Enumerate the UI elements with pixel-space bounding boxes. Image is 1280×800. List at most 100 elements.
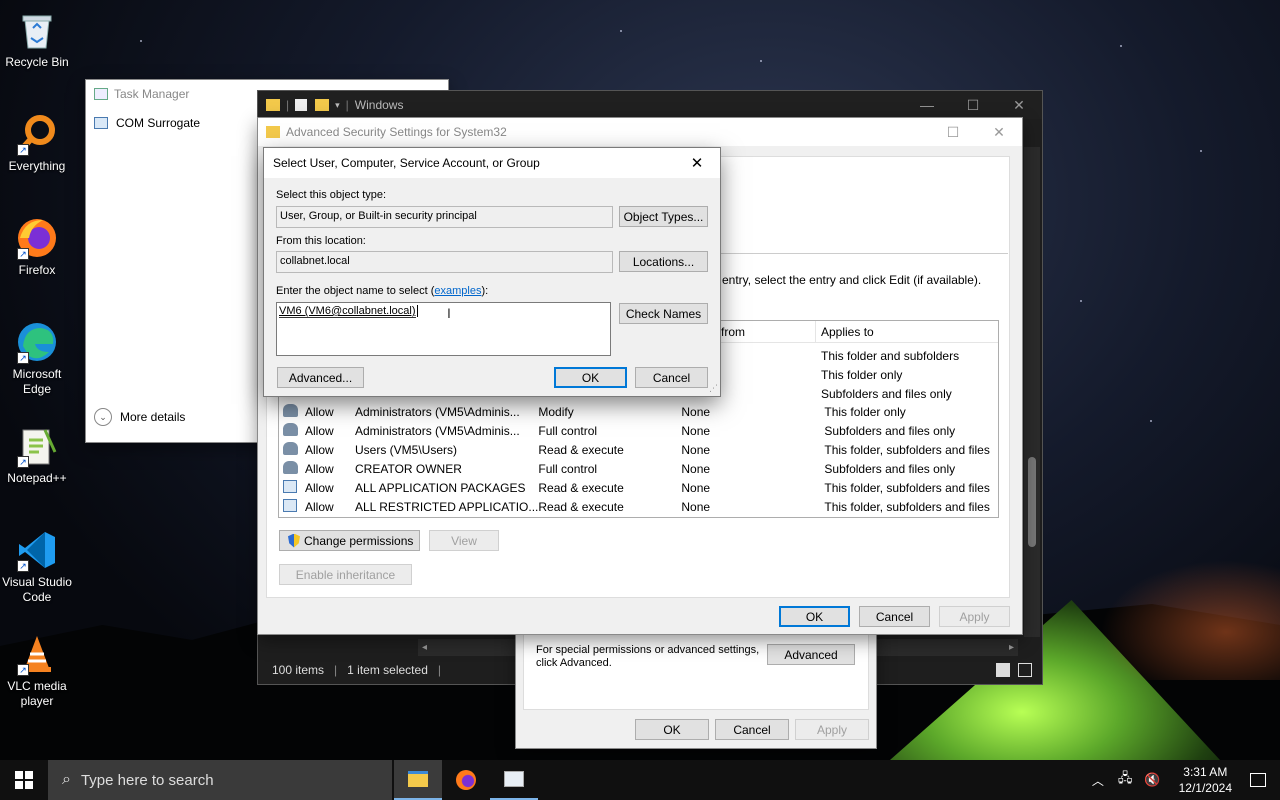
taskbar-firefox[interactable] [442, 760, 490, 800]
clock[interactable]: 3:31 AM 12/1/2024 [1179, 764, 1232, 796]
table-row[interactable]: Allow Administrators (VM5\Adminis... Mod… [283, 402, 998, 421]
start-button[interactable] [0, 760, 48, 800]
table-row[interactable]: Allow Users (VM5\Users) Read & execute N… [283, 440, 998, 459]
explorer-scrollbar[interactable] [1024, 147, 1040, 637]
table-row[interactable]: Allow ALL RESTRICTED APPLICATIO... Read … [283, 497, 998, 516]
shortcut-arrow-icon: ↗ [17, 144, 29, 156]
table-row[interactable]: Allow CREATOR OWNER Full control None Su… [283, 459, 998, 478]
notifications-icon[interactable] [1250, 773, 1266, 787]
enable-inheritance-button[interactable]: Enable inheritance [279, 564, 412, 585]
chevron-up-icon[interactable]: ︿ [1092, 772, 1104, 789]
shortcut-arrow-icon: ↗ [17, 352, 29, 364]
network-icon[interactable]: 🖧 [1118, 769, 1133, 791]
close-icon[interactable]: ✕ [996, 91, 1042, 119]
desktop-icon-edge[interactable]: ↗ Microsoft Edge [0, 320, 74, 397]
owner-area [718, 158, 1008, 254]
file-explorer-icon [408, 771, 428, 787]
ok-button[interactable]: OK [635, 719, 709, 740]
resize-grip-icon[interactable]: ⋰ [709, 383, 718, 394]
advanced-button[interactable]: Advanced... [277, 367, 364, 388]
desktop-icon-notepadpp[interactable]: ↗ Notepad++ [0, 424, 74, 486]
object-name-label-suffix: ): [481, 285, 489, 297]
qat-divider: | [286, 98, 290, 112]
minimize-icon[interactable]: — [904, 91, 950, 119]
object-name-value: VM6 (VM6@collabnet.local) [279, 305, 416, 318]
app-package-icon [283, 498, 297, 512]
minimize-icon[interactable] [884, 118, 930, 146]
cancel-button[interactable]: Cancel [715, 719, 789, 740]
table-row[interactable]: Allow Administrators (VM5\Adminis... Ful… [283, 421, 998, 440]
advanced-security-titlebar[interactable]: Advanced Security Settings for System32 … [258, 118, 1022, 146]
maximize-icon[interactable]: ☐ [930, 118, 976, 146]
clock-date: 12/1/2024 [1178, 781, 1232, 795]
desktop-icon-vscode[interactable]: ↗ Visual Studio Code [0, 528, 74, 605]
close-icon[interactable]: ✕ [674, 148, 720, 178]
table-row[interactable]: Allow ALL APPLICATION PACKAGES Read & ex… [283, 478, 998, 497]
advanced-info-text: For special permissions or advanced sett… [536, 644, 760, 669]
window-title: Task Manager [114, 87, 190, 101]
shortcut-arrow-icon: ↗ [17, 560, 29, 572]
text-caret [416, 305, 418, 318]
instructions-text: entry, select the entry and click Edit (… [722, 273, 982, 287]
scroll-left-icon[interactable]: ◂ [422, 642, 427, 653]
column-applies-to[interactable]: Applies to [821, 325, 874, 339]
change-permissions-label: Change permissions [304, 533, 414, 548]
taskbar-search-box[interactable]: ⌕ Type here to search [48, 760, 392, 800]
taskbar-file-explorer[interactable] [394, 760, 442, 800]
close-icon[interactable]: ✕ [976, 118, 1022, 146]
dialog-title: Select User, Computer, Service Account, … [273, 156, 540, 170]
scroll-right-icon[interactable]: ▸ [1009, 642, 1014, 653]
checkbox-icon [295, 99, 308, 111]
object-type-label: Select this object type: [276, 189, 387, 201]
access-cell: Modify [538, 404, 574, 419]
type-cell: Allow [305, 423, 334, 438]
properties-dialog[interactable]: For special permissions or advanced sett… [516, 622, 876, 748]
more-details-toggle[interactable]: ⌄ More details [94, 408, 185, 426]
search-icon: ⌕ [62, 771, 71, 788]
select-user-titlebar[interactable]: Select User, Computer, Service Account, … [264, 148, 720, 178]
more-details-label: More details [120, 410, 186, 424]
examples-link[interactable]: examples [434, 285, 481, 297]
desktop-icon-firefox[interactable]: ↗ Firefox [0, 216, 74, 278]
list-item[interactable]: This folder and subfolders [821, 347, 959, 366]
object-types-button[interactable]: Object Types... [619, 206, 708, 227]
scrollbar-thumb[interactable] [1028, 457, 1036, 547]
cancel-button[interactable]: Cancel [859, 606, 930, 627]
firefox-icon: ↗ [15, 216, 59, 260]
permission-table: Allow Administrators (VM5\Adminis... Mod… [283, 402, 998, 516]
object-name-textarea[interactable]: VM6 (VM6@collabnet.local) I [276, 302, 611, 356]
check-names-button[interactable]: Check Names [619, 303, 708, 324]
cancel-button[interactable]: Cancel [635, 367, 708, 388]
app-package-icon [283, 479, 297, 493]
advanced-button[interactable]: Advanced [767, 644, 855, 665]
desktop-icon-vlc[interactable]: ↗ VLC media player [0, 632, 74, 709]
clock-time: 3:31 AM [1183, 765, 1228, 779]
process-item[interactable]: COM Surrogate [94, 116, 200, 130]
folder-icon [266, 99, 280, 111]
dropdown-icon[interactable]: ▾ [335, 100, 340, 111]
apply-button[interactable]: Apply [939, 606, 1010, 627]
principal-cell: Users (VM5\Users) [355, 442, 458, 457]
view-button[interactable]: View [429, 530, 499, 551]
ok-button[interactable]: OK [779, 606, 850, 627]
select-user-dialog[interactable]: Select User, Computer, Service Account, … [264, 148, 720, 396]
locations-button[interactable]: Locations... [619, 251, 708, 272]
maximize-icon[interactable]: ☐ [950, 91, 996, 119]
change-permissions-button[interactable]: Change permissions [279, 530, 420, 551]
taskbar-task-manager[interactable] [490, 760, 538, 800]
window-title: Windows [354, 98, 404, 112]
tiles-view-icon[interactable] [1018, 663, 1032, 677]
type-cell: Allow [305, 499, 334, 514]
inherited-cell: None [681, 499, 711, 514]
ibeam-cursor-icon: I [447, 305, 451, 321]
details-view-icon[interactable] [996, 663, 1010, 677]
volume-muted-icon[interactable]: 🔇 [1144, 772, 1160, 788]
desktop-icon-label: Notepad++ [7, 471, 67, 485]
desktop-icon-recycle-bin[interactable]: Recycle Bin [0, 8, 74, 70]
explorer-titlebar[interactable]: | ▾ | Windows — ☐ ✕ [258, 91, 1042, 119]
apply-button[interactable]: Apply [795, 719, 869, 740]
edge-icon: ↗ [15, 320, 59, 364]
ok-button[interactable]: OK [554, 367, 627, 388]
list-item[interactable]: This folder only [821, 366, 959, 385]
desktop-icon-everything[interactable]: ↗ Everything [0, 112, 74, 174]
